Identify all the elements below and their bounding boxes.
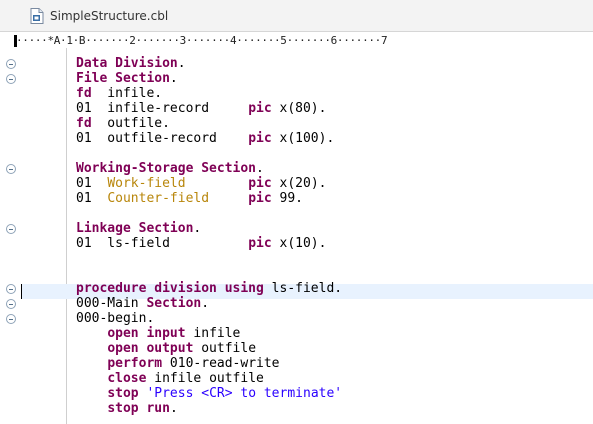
code-token: infile outfile xyxy=(146,371,264,386)
code-token: x(10). xyxy=(271,236,327,251)
code-line[interactable]: 01 Work-field pic x(20). xyxy=(76,176,327,191)
string-token: 'Press <CR> to terminate' xyxy=(146,386,343,401)
code-token: . xyxy=(201,296,210,311)
data-name-token: Counter-field xyxy=(107,191,210,206)
code-token: . xyxy=(169,71,178,86)
keyword-token: perform xyxy=(107,356,163,371)
code-line[interactable]: File Section. xyxy=(76,71,178,86)
data-name-token: Work-field xyxy=(107,176,186,191)
code-token: 01 xyxy=(76,176,108,191)
code-line[interactable]: stop 'Press <CR> to terminate' xyxy=(76,386,342,401)
code-line[interactable]: 01 infile-record pic x(80). xyxy=(76,101,326,116)
code-token: 010-read-write xyxy=(162,356,280,371)
code-token: 01 infile-record xyxy=(76,101,249,116)
keyword-token: Working-Storage Section xyxy=(76,161,257,176)
code-line[interactable]: Linkage Section. xyxy=(76,221,201,236)
code-line[interactable]: fd outfile. xyxy=(76,116,170,131)
code-line[interactable]: Working-Storage Section. xyxy=(76,161,264,176)
editor-tab-bar: SimpleStructure.cbl xyxy=(0,0,593,32)
keyword-token: Section xyxy=(146,296,202,311)
keyword-token: Data Division xyxy=(76,56,178,71)
fold-toggle-icon[interactable] xyxy=(6,284,16,294)
code-line[interactable]: Data Division. xyxy=(76,56,186,71)
code-line[interactable]: close infile outfile xyxy=(76,371,264,386)
cobol-file-icon xyxy=(30,8,44,24)
keyword-token: Linkage Section xyxy=(76,221,194,236)
keyword-token: procedure division using xyxy=(76,281,264,296)
code-line[interactable]: open output outfile xyxy=(76,341,256,356)
code-token: . xyxy=(256,161,264,176)
fold-toggle-icon[interactable] xyxy=(6,314,16,324)
code-token: . xyxy=(193,221,202,236)
column-ruler: ·····*A·1·B·······2·······3·······4·····… xyxy=(16,34,388,47)
tab-simplestructure[interactable]: SimpleStructure.cbl xyxy=(22,0,176,32)
code-token: x(80). xyxy=(271,101,327,116)
keyword-token: pic xyxy=(248,176,272,191)
keyword-token: open input xyxy=(107,326,186,341)
code-line[interactable]: stop run. xyxy=(76,401,178,416)
text-caret xyxy=(21,284,22,299)
keyword-token: stop run xyxy=(107,401,170,416)
code-token: outfile xyxy=(193,341,257,356)
fold-toggle-icon[interactable] xyxy=(6,299,16,309)
area-a-margin-line xyxy=(66,48,67,424)
fold-gutter[interactable] xyxy=(0,48,20,424)
code-line[interactable]: 01 ls-field pic x(10). xyxy=(76,236,326,251)
code-line[interactable]: open input infile xyxy=(76,326,240,341)
keyword-token: stop xyxy=(107,386,139,401)
code-token: ls-field. xyxy=(263,281,343,296)
code-token: . xyxy=(169,401,178,416)
code-token: . xyxy=(177,56,186,71)
fold-toggle-icon[interactable] xyxy=(6,59,16,69)
code-line[interactable]: procedure division using ls-field. xyxy=(76,281,342,296)
code-token: outfile. xyxy=(91,116,170,131)
code-token: infile. xyxy=(91,86,163,101)
code-token: x(20). xyxy=(271,176,327,191)
code-token: 01 ls-field xyxy=(76,236,249,251)
fold-toggle-icon[interactable] xyxy=(6,224,16,234)
keyword-token: pic xyxy=(248,236,272,251)
code-token: infile xyxy=(185,326,241,341)
code-line[interactable]: 000-begin. xyxy=(76,311,154,326)
keyword-token: pic xyxy=(248,191,272,206)
keyword-token: fd xyxy=(76,116,92,131)
code-token: x(100). xyxy=(271,131,335,146)
keyword-token: open output xyxy=(107,341,194,356)
keyword-token: close xyxy=(107,371,147,386)
code-line[interactable]: fd infile. xyxy=(76,86,162,101)
code-token: 99. xyxy=(271,191,304,206)
code-token: 01 outfile-record xyxy=(76,131,249,146)
code-line[interactable]: 000-Main Section. xyxy=(76,296,209,311)
code-token: 000-begin. xyxy=(76,311,155,326)
code-line[interactable]: perform 010-read-write xyxy=(76,356,280,371)
fold-toggle-icon[interactable] xyxy=(6,164,16,174)
code-line[interactable]: 01 outfile-record pic x(100). xyxy=(76,131,334,146)
tab-title: SimpleStructure.cbl xyxy=(50,9,169,23)
fold-toggle-icon[interactable] xyxy=(6,74,16,84)
keyword-token: pic xyxy=(248,131,272,146)
code-token: 000-Main xyxy=(76,296,147,311)
code-line[interactable]: 01 Counter-field pic 99. xyxy=(76,191,303,206)
code-token: 01 xyxy=(76,191,108,206)
keyword-token: fd xyxy=(76,86,92,101)
keyword-token: pic xyxy=(248,101,272,116)
keyword-token: File Section xyxy=(76,71,170,86)
